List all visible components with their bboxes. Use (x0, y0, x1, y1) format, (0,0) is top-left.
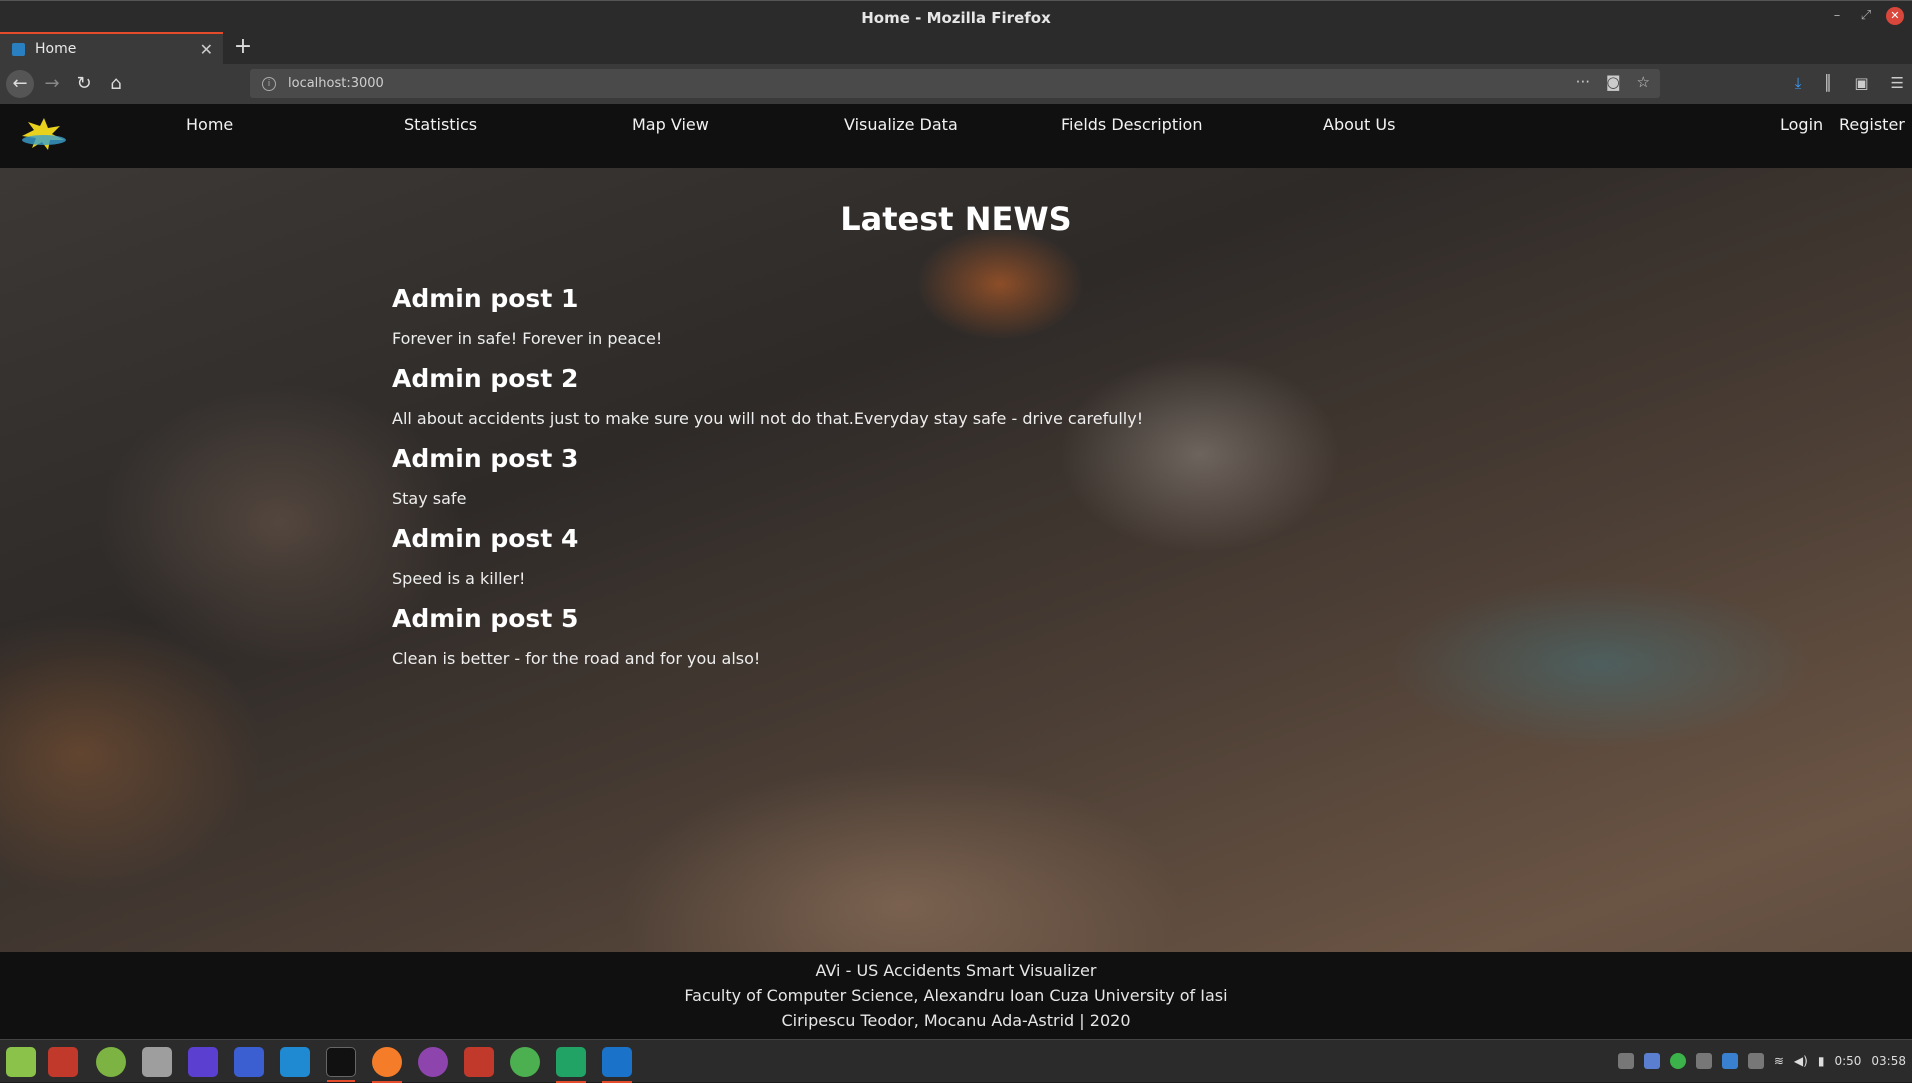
site-footer: AVi - US Accidents Smart Visualizer Facu… (0, 952, 1912, 1039)
window-titlebar: Home - Mozilla Firefox – ⤢ ✕ (0, 0, 1912, 34)
news-post: Admin post 5 Clean is better - for the r… (392, 604, 1592, 668)
terminal-green-icon[interactable] (96, 1047, 126, 1077)
news-post: Admin post 3 Stay safe (392, 444, 1592, 508)
new-tab-button[interactable]: + (230, 34, 256, 60)
post-title: Admin post 1 (392, 284, 579, 313)
url-bar[interactable]: i localhost:3000 ··· ◙ ☆ (250, 69, 1660, 98)
window-title: Home - Mozilla Firefox (861, 9, 1051, 27)
volume-icon[interactable]: ◀) (1794, 1054, 1808, 1068)
home-button[interactable]: ⌂ (102, 70, 130, 98)
tab-home[interactable]: Home ✕ (0, 32, 223, 64)
intellij-icon[interactable] (188, 1047, 218, 1077)
battery-icon[interactable]: ▮ (1818, 1054, 1825, 1068)
browser-toolbar: ← → ↻ ⌂ i localhost:3000 ··· ◙ ☆ ⤓ ║ ▣ ☰ (0, 64, 1912, 104)
settings-icon[interactable] (142, 1047, 172, 1077)
nav-visualize-data[interactable]: Visualize Data (844, 115, 958, 134)
site-info-icon[interactable]: i (262, 76, 276, 91)
menu-icon[interactable]: ☰ (1891, 74, 1904, 92)
back-button[interactable]: ← (6, 70, 34, 98)
bookmark-star-icon[interactable]: ☆ (1637, 73, 1650, 91)
nav-fields-description[interactable]: Fields Description (1061, 115, 1202, 134)
terminal-icon[interactable] (326, 1047, 356, 1082)
shield-icon[interactable] (1695, 1053, 1712, 1069)
post-title: Admin post 3 (392, 444, 579, 473)
update-check-icon[interactable] (1669, 1053, 1686, 1069)
news-post: Admin post 2 All about accidents just to… (392, 364, 1592, 428)
github-icon[interactable] (418, 1047, 448, 1077)
nav-map-view[interactable]: Map View (632, 115, 709, 134)
vscode-icon[interactable] (280, 1047, 310, 1077)
folder-icon[interactable] (464, 1047, 494, 1077)
camera-icon[interactable] (1617, 1053, 1634, 1069)
forward-button[interactable]: → (38, 70, 66, 98)
post-body: Forever in safe! Forever in peace! (392, 329, 663, 348)
post-title: Admin post 5 (392, 604, 579, 633)
bluetooth-icon[interactable] (1721, 1053, 1738, 1069)
teams-icon[interactable] (1643, 1053, 1660, 1069)
os-taskbar: ≋ ◀) ▮ 0:50 03:58 (0, 1039, 1912, 1083)
register-link[interactable]: Register (1839, 115, 1905, 134)
download-icon[interactable]: ⤓ (1795, 74, 1802, 92)
minimize-icon[interactable]: – (1828, 7, 1846, 25)
files-icon[interactable] (48, 1047, 78, 1077)
favicon-icon (12, 42, 25, 56)
page-actions-icon[interactable]: ··· (1576, 73, 1590, 91)
tab-bar: Home ✕ + (0, 30, 1912, 64)
close-window-icon[interactable]: ✕ (1886, 7, 1904, 25)
datagrip-icon[interactable] (556, 1047, 586, 1083)
firefox-icon[interactable] (372, 1047, 402, 1083)
news-heading: Latest NEWS (840, 200, 1072, 238)
site-logo-icon[interactable] (14, 114, 74, 154)
restore-icon[interactable]: ⤢ (1857, 7, 1875, 25)
reload-button[interactable]: ↻ (70, 70, 98, 98)
nav-home[interactable]: Home (186, 115, 233, 134)
news-post: Admin post 1 Forever in safe! Forever in… (392, 284, 1592, 348)
nav-about-us[interactable]: About Us (1323, 115, 1395, 134)
webstorm-icon[interactable] (602, 1047, 632, 1083)
news-list: Admin post 1 Forever in safe! Forever in… (392, 284, 1592, 684)
site-navbar: Home Statistics Map View Visualize Data … (0, 104, 1912, 168)
battery-time: 0:50 (1834, 1054, 1862, 1068)
footer-line: Ciripescu Teodor, Mocanu Ada-Astrid | 20… (781, 1011, 1131, 1030)
footer-line: Faculty of Computer Science, Alexandru I… (684, 986, 1228, 1005)
nav-statistics[interactable]: Statistics (404, 115, 477, 134)
tab-close-icon[interactable]: ✕ (200, 40, 213, 59)
library-icon[interactable]: ║ (1823, 74, 1832, 92)
system-tray: ≋ ◀) ▮ 0:50 03:58 (1617, 1053, 1906, 1069)
footer-line: AVi - US Accidents Smart Visualizer (815, 961, 1097, 980)
post-title: Admin post 4 (392, 524, 579, 553)
mint-menu-icon[interactable] (6, 1047, 36, 1077)
post-body: All about accidents just to make sure yo… (392, 409, 1144, 428)
page-content: Home Statistics Map View Visualize Data … (0, 104, 1912, 1039)
login-link[interactable]: Login (1780, 115, 1823, 134)
chrome-icon[interactable] (510, 1047, 540, 1077)
pocket-icon[interactable]: ◙ (1606, 73, 1621, 91)
intellij-ce-icon[interactable] (234, 1047, 264, 1077)
post-body: Clean is better - for the road and for y… (392, 649, 761, 668)
wifi-icon[interactable]: ≋ (1774, 1054, 1784, 1068)
clock[interactable]: 03:58 (1871, 1054, 1906, 1068)
post-body: Stay safe (392, 489, 467, 508)
sidebar-icon[interactable]: ▣ (1854, 74, 1868, 92)
url-text: localhost:3000 (288, 76, 384, 91)
post-body: Speed is a killer! (392, 569, 526, 588)
clipboard-icon[interactable] (1747, 1053, 1764, 1069)
post-title: Admin post 2 (392, 364, 579, 393)
news-post: Admin post 4 Speed is a killer! (392, 524, 1592, 588)
tab-label: Home (35, 41, 77, 57)
